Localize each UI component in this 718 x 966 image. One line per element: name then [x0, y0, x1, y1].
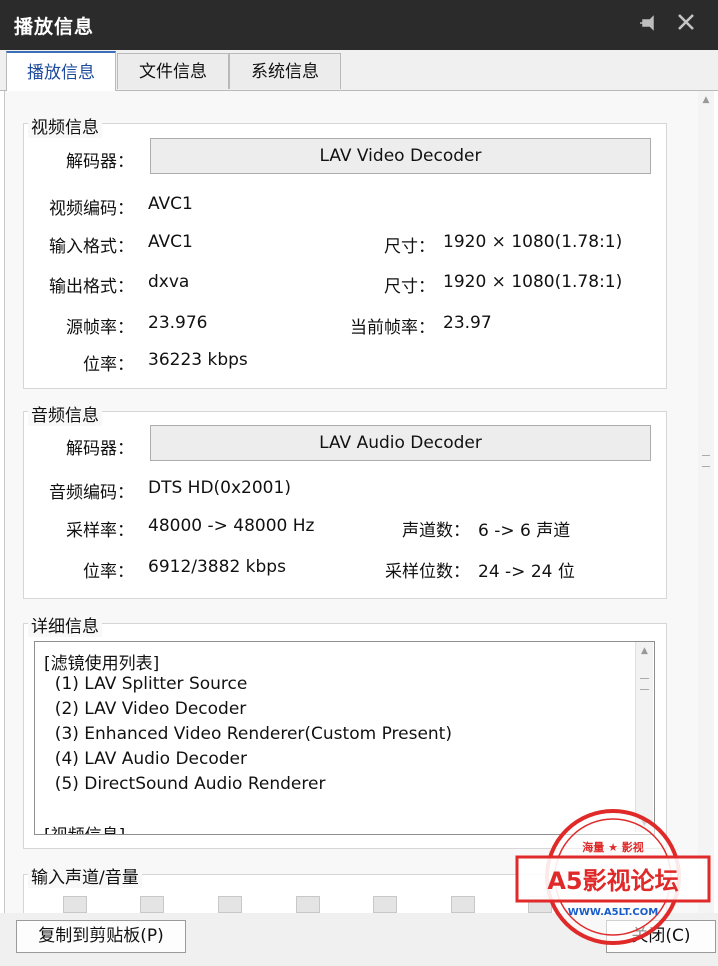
playback-info-window: 播放信息 播放信息 文件信息 系统信息 ▲ 视频信息 解码器： LAV Vide…: [0, 0, 718, 966]
details-scrollbar[interactable]: ▲ ▼: [635, 642, 653, 832]
audio-decoder-button[interactable]: LAV Audio Decoder: [150, 425, 651, 461]
volume-meter: [218, 896, 242, 913]
volume-meter: [140, 896, 164, 913]
video-bitrate-label: 位率：: [83, 355, 134, 375]
list-item: (2) LAV Video Decoder: [44, 699, 247, 719]
scroll-grip[interactable]: [702, 455, 710, 467]
output-size-value: 1920 × 1080(1.78:1): [443, 272, 623, 292]
input-size-label: 尺寸：: [384, 237, 435, 257]
watermark-main-text: A5影视论坛: [547, 867, 678, 895]
video-decoder-button[interactable]: LAV Video Decoder: [150, 138, 651, 174]
tab-file-info[interactable]: 文件信息: [117, 53, 229, 89]
audio-bitrate-value: 6912/3882 kbps: [148, 557, 286, 577]
audio-codec-value: DTS HD(0x2001): [148, 478, 291, 498]
current-fps-label: 当前帧率：: [350, 318, 435, 338]
volume-meter: [296, 896, 320, 913]
input-format-value: AVC1: [148, 232, 193, 252]
watermark-top-text: 海量 ★ 影视: [582, 840, 644, 854]
scroll-up-icon[interactable]: ▲: [698, 93, 714, 107]
output-format-value: dxva: [148, 272, 190, 292]
channels-value: 6 -> 6 声道: [478, 521, 571, 541]
samplerate-label: 采样率：: [66, 521, 134, 541]
list-item: (5) DirectSound Audio Renderer: [44, 774, 326, 794]
copy-to-clipboard-button[interactable]: 复制到剪贴板(P): [16, 920, 186, 953]
volume-meter: [63, 896, 87, 913]
video-codec-label: 视频编码：: [49, 199, 134, 219]
video-bitrate-value: 36223 kbps: [148, 350, 248, 370]
list-item: (4) LAV Audio Decoder: [44, 749, 247, 769]
bitdepth-label: 采样位数：: [385, 562, 470, 582]
input-size-value: 1920 × 1080(1.78:1): [443, 232, 623, 252]
list-item: (3) Enhanced Video Renderer(Custom Prese…: [44, 724, 452, 744]
source-fps-value: 23.976: [148, 313, 208, 333]
source-fps-label: 源帧率：: [66, 318, 134, 338]
channels-label: 声道数：: [402, 521, 470, 541]
close-icon[interactable]: [674, 11, 698, 37]
list-scroll-grip[interactable]: [640, 678, 649, 690]
volume-meter: [373, 896, 397, 913]
window-title: 播放信息: [14, 16, 95, 38]
bitdepth-value: 24 -> 24 位: [478, 562, 575, 582]
audio-info-title: 音频信息: [28, 401, 102, 426]
title-bar[interactable]: 播放信息: [0, 0, 718, 50]
list-scroll-up-icon[interactable]: ▲: [636, 644, 653, 658]
pin-icon[interactable]: [638, 13, 660, 35]
details-title: 详细信息: [28, 612, 102, 637]
output-format-label: 输出格式：: [49, 277, 134, 297]
audio-codec-label: 音频编码：: [49, 483, 134, 503]
tab-system-info[interactable]: 系统信息: [229, 53, 341, 89]
input-format-label: 输入格式：: [49, 237, 134, 257]
samplerate-value: 48000 -> 48000 Hz: [148, 516, 315, 536]
list-item: (1) LAV Splitter Source: [44, 674, 248, 694]
list-item: [滤镜使用列表]: [44, 654, 160, 674]
audio-decoder-label: 解码器：: [66, 439, 134, 459]
volume-title: 输入声道/音量: [28, 863, 142, 888]
main-scrollbar[interactable]: ▲: [698, 91, 714, 913]
tab-playback-info[interactable]: 播放信息: [6, 51, 116, 91]
video-info-title: 视频信息: [28, 113, 102, 138]
video-decoder-label: 解码器：: [66, 152, 134, 172]
watermark-url-text: WWW.A5LT.COM: [568, 907, 658, 918]
audio-bitrate-label: 位率：: [83, 562, 134, 582]
current-fps-value: 23.97: [443, 313, 492, 333]
volume-meter: [451, 896, 475, 913]
output-size-label: 尺寸：: [384, 277, 435, 297]
video-codec-value: AVC1: [148, 194, 193, 214]
watermark-stamp: 海量 ★ 影视 A5影视论坛 WWW.A5LT.COM: [515, 809, 711, 945]
tab-bar: 播放信息 文件信息 系统信息: [0, 50, 718, 91]
list-item: [视频信息]: [44, 821, 125, 834]
